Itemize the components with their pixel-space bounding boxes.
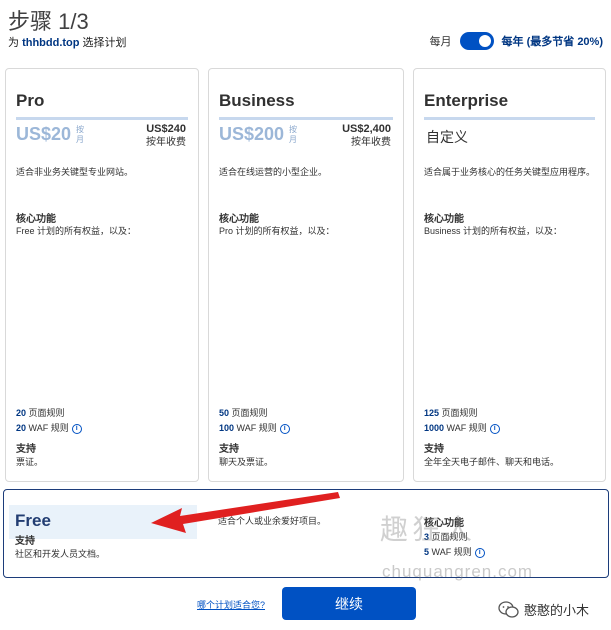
billing-period-switch: 每月 每年 (最多节省 20%): [430, 32, 603, 50]
plan-price: US$20: [16, 124, 72, 144]
features-title: 核心功能: [16, 214, 56, 225]
plan-limits: 20 页面规则 20 WAF 规则 i: [16, 406, 82, 436]
plan-price: US$200: [219, 124, 285, 144]
watermark-text: 趣狂人: [380, 513, 477, 546]
info-icon[interactable]: i: [489, 423, 500, 434]
info-icon[interactable]: i: [71, 423, 82, 434]
monthly-label[interactable]: 每月: [430, 33, 452, 49]
annual-price: US$240 按年收费: [146, 123, 186, 148]
wechat-icon: [498, 600, 519, 618]
info-icon[interactable]: i: [474, 547, 485, 558]
continue-button[interactable]: 继续: [282, 587, 416, 620]
brand-badge: 憨憨的小木: [498, 600, 589, 619]
support-text: 全年全天电子邮件、聊天和电话。: [424, 457, 560, 467]
plan-limits: 50 页面规则 100 WAF 规则 i: [219, 406, 290, 436]
plan-name: Pro: [16, 91, 45, 110]
price-unit: 按月: [76, 125, 84, 144]
plan-card-pro[interactable]: Pro US$20 按月 US$240 按年收费 适合非业务关键型专业网站。 核…: [5, 68, 199, 482]
yearly-label[interactable]: 每年 (最多节省 20%): [502, 33, 603, 49]
support-title: 支持: [16, 444, 36, 455]
billing-toggle[interactable]: [459, 32, 494, 50]
plan-name: Free: [15, 511, 51, 530]
price-unit: 按月: [289, 125, 297, 144]
plan-price: 自定义: [426, 129, 468, 145]
features-title: 核心功能: [424, 214, 464, 225]
toggle-knob: [478, 35, 491, 47]
features-subtitle: Free 计划的所有权益，以及：: [16, 226, 137, 236]
plan-limits: 125 页面规则 1000 WAF 规则 i: [424, 406, 500, 436]
plan-card-enterprise[interactable]: Enterprise 自定义 适合属于业务核心的任务关键型应用程序。 核心功能 …: [413, 68, 606, 482]
plan-divider: [424, 117, 595, 120]
features-title: 核心功能: [219, 214, 259, 225]
support-text: 票证。: [16, 457, 44, 467]
plan-description: 适合在线运营的小型企业。: [219, 167, 328, 177]
support-title: 支持: [219, 444, 239, 455]
step-title: 步骤 1/3: [8, 9, 89, 34]
plan-description: 适合非业务关键型专业网站。: [16, 167, 134, 177]
features-subtitle: Pro 计划的所有权益，以及：: [219, 226, 335, 236]
plan-description: 适合个人或业余爱好项目。: [218, 516, 327, 526]
domain-name: thhbdd.top: [22, 37, 80, 49]
plan-name: Business: [219, 91, 295, 110]
info-icon[interactable]: i: [279, 423, 290, 434]
annual-price: US$2,400 按年收费: [342, 123, 391, 148]
support-title: 支持: [15, 536, 35, 547]
support-title: 支持: [424, 444, 444, 455]
watermark-url: chuquangren.com: [382, 562, 534, 581]
help-link[interactable]: 哪个计划适合您?: [197, 598, 265, 611]
plan-divider: [219, 117, 393, 120]
plan-divider: [16, 117, 188, 120]
plan-name: Enterprise: [424, 91, 509, 110]
plan-card-business[interactable]: Business US$200 按月 US$2,400 按年收费 适合在线运营的…: [208, 68, 404, 482]
brand-name: 憨憨的小木: [524, 603, 590, 618]
support-text: 聊天及票证。: [219, 457, 274, 467]
support-text: 社区和开发人员文档。: [15, 549, 106, 559]
features-subtitle: Business 计划的所有权益，以及：: [424, 226, 563, 236]
plan-description: 适合属于业务核心的任务关键型应用程序。: [424, 167, 596, 177]
step-subtitle: 为 thhbdd.top 选择计划: [8, 37, 127, 49]
